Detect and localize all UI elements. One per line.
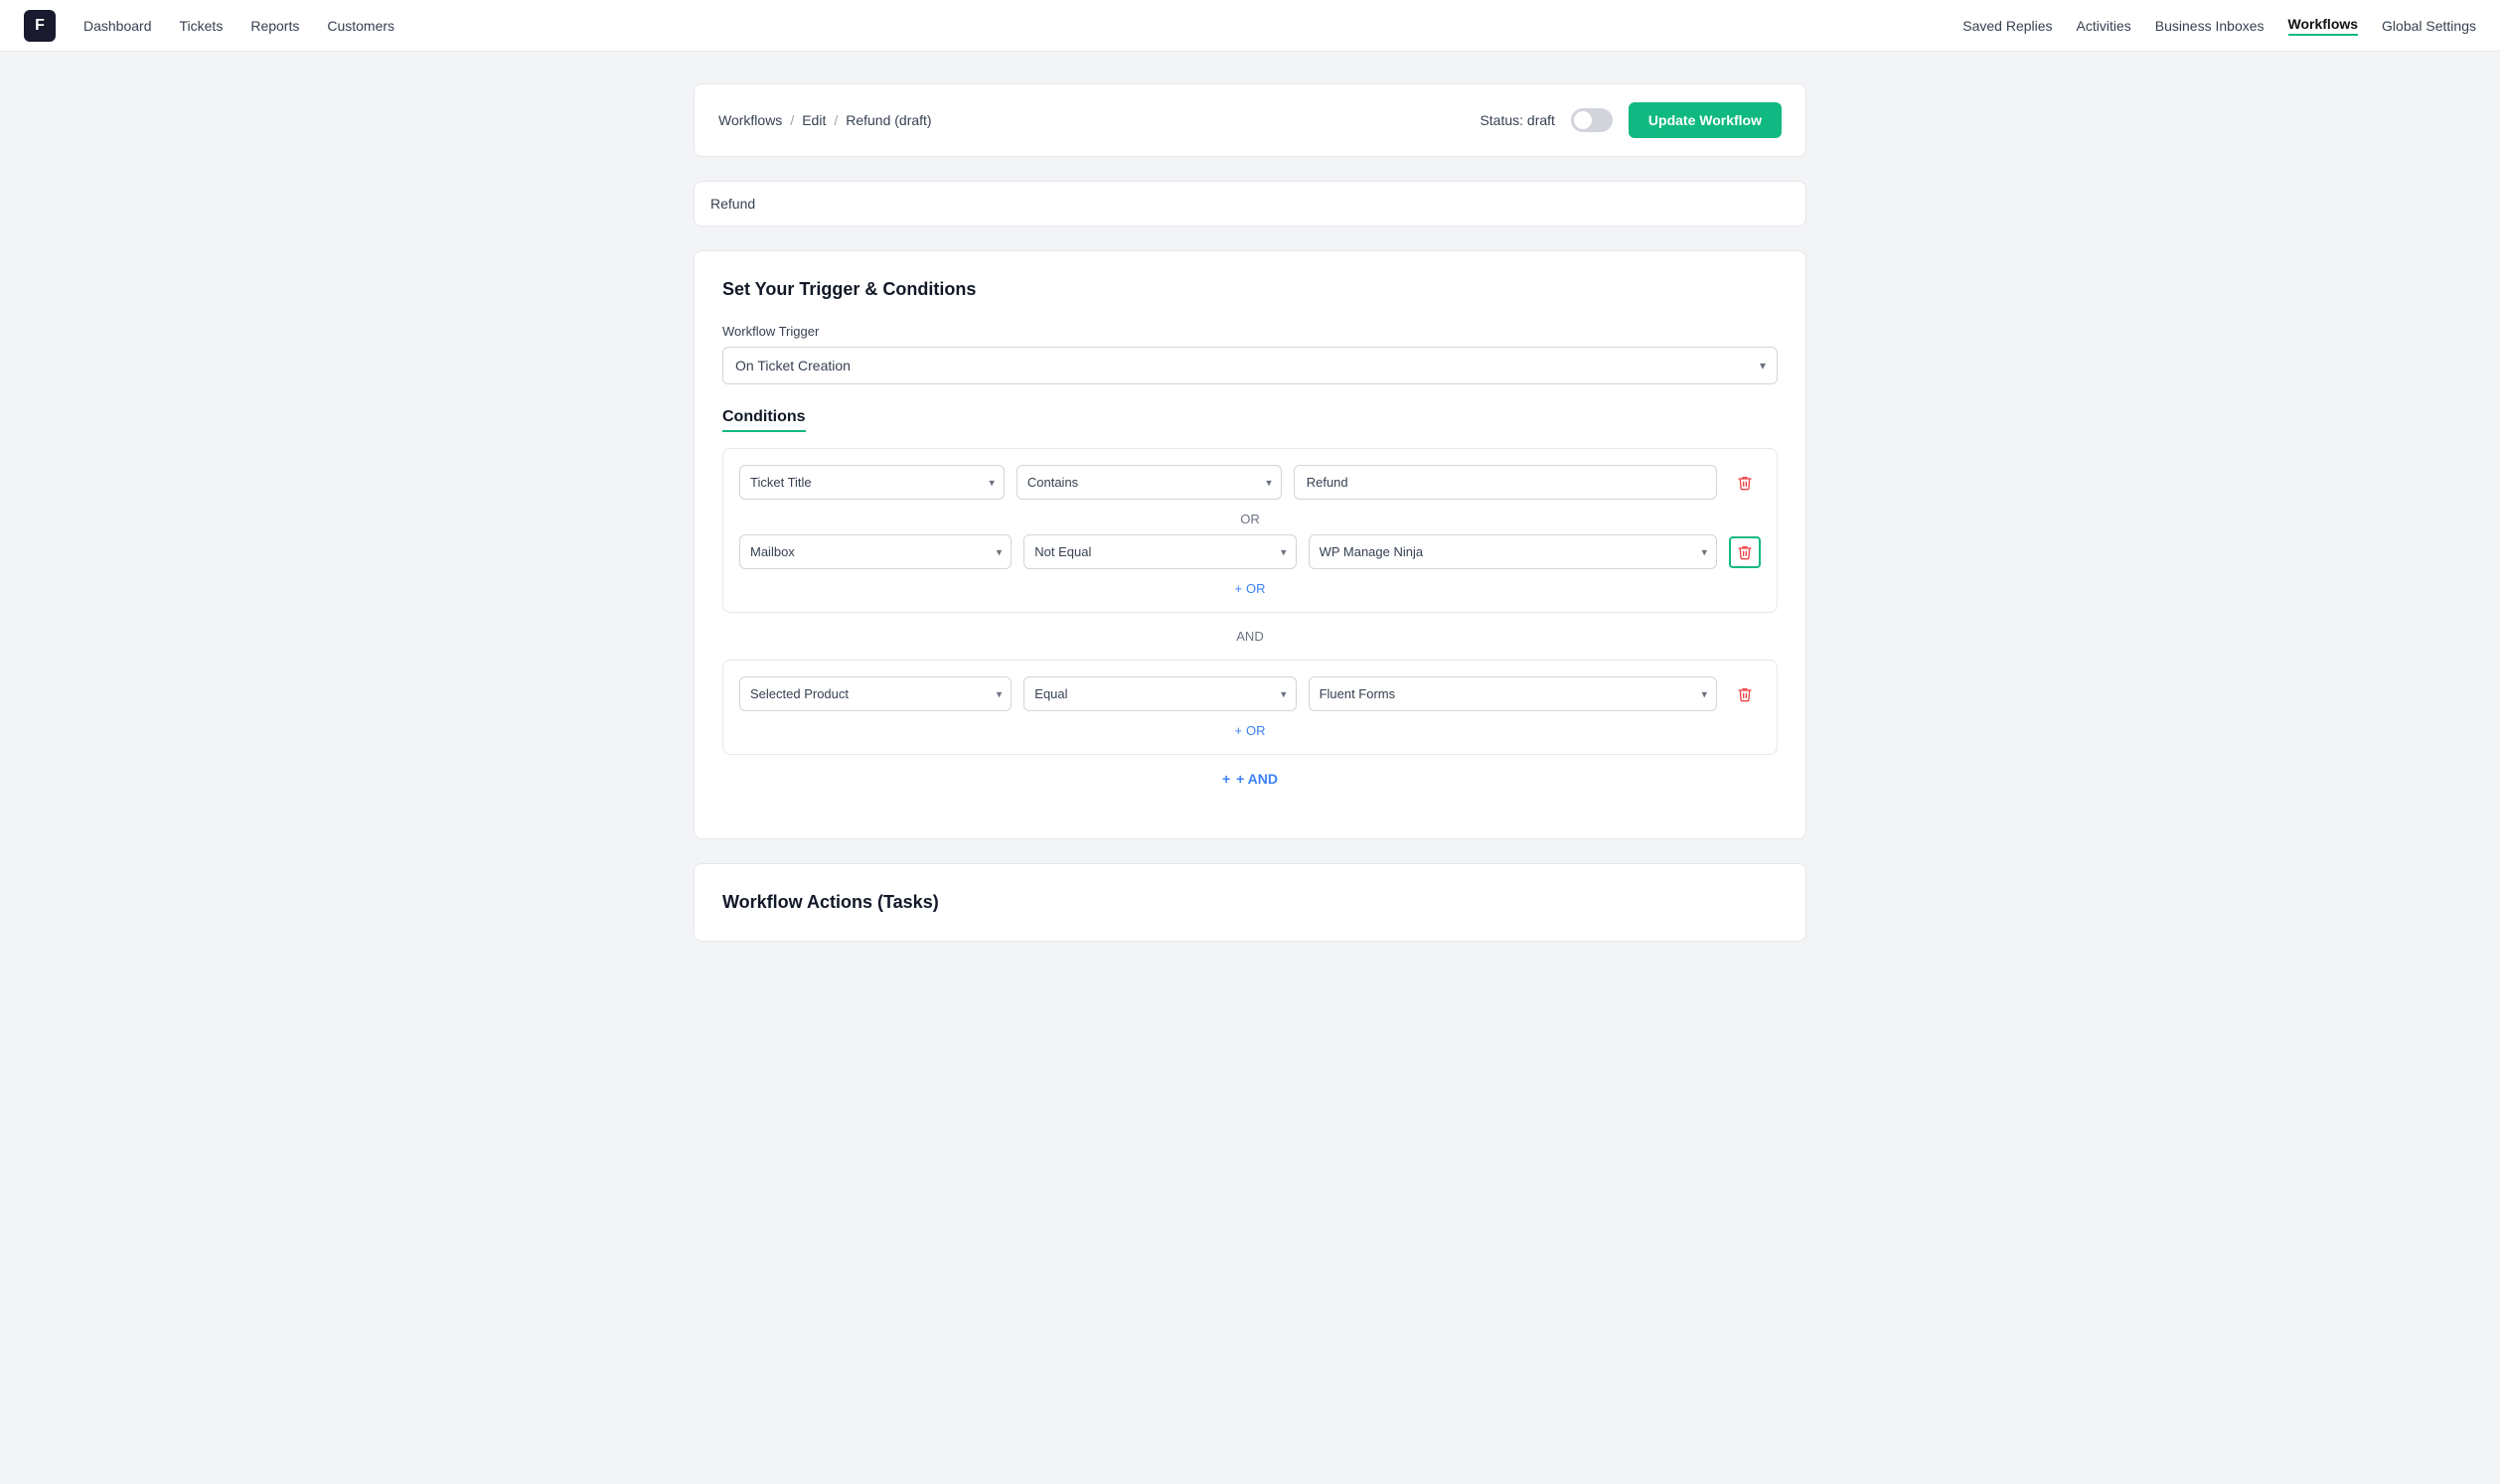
top-navigation: F Dashboard Tickets Reports Customers Sa… xyxy=(0,0,2500,52)
breadcrumb: Workflows / Edit / Refund (draft) xyxy=(718,112,932,128)
nav-dashboard[interactable]: Dashboard xyxy=(83,18,152,34)
add-or-button-1[interactable]: + OR xyxy=(739,581,1761,596)
value-select-wrapper-2: WP Manage Ninja xyxy=(1309,534,1717,569)
breadcrumb-workflows[interactable]: Workflows xyxy=(718,112,782,128)
add-or-icon-2: + xyxy=(1234,723,1242,738)
field-select-2[interactable]: Mailbox xyxy=(739,534,1012,569)
or-separator-1: OR xyxy=(739,512,1761,526)
operator-select-wrapper-2: Not Equal xyxy=(1023,534,1296,569)
condition-group-2: Selected Product Equal Fluent Forms xyxy=(722,660,1778,755)
condition-row-3: Selected Product Equal Fluent Forms xyxy=(739,676,1761,711)
breadcrumb-sep-2: / xyxy=(834,112,838,128)
workflow-actions-card: Workflow Actions (Tasks) xyxy=(694,863,1806,942)
add-or-label-1: OR xyxy=(1246,581,1266,596)
nav-global-settings[interactable]: Global Settings xyxy=(2382,18,2476,34)
delete-condition-1[interactable] xyxy=(1729,467,1761,499)
add-or-icon-1: + xyxy=(1234,581,1242,596)
add-and-icon: + xyxy=(1222,771,1230,787)
value-input-1[interactable] xyxy=(1294,465,1717,500)
nav-saved-replies[interactable]: Saved Replies xyxy=(1962,18,2052,34)
add-or-label-2: OR xyxy=(1246,723,1266,738)
add-and-label: + AND xyxy=(1236,771,1278,787)
nav-activities[interactable]: Activities xyxy=(2077,18,2131,34)
main-content: Workflows / Edit / Refund (draft) Status… xyxy=(654,52,1846,997)
field-select-3[interactable]: Selected Product xyxy=(739,676,1012,711)
breadcrumb-current: Refund (draft) xyxy=(846,112,931,128)
trigger-section-title: Set Your Trigger & Conditions xyxy=(722,279,1778,300)
nav-reports[interactable]: Reports xyxy=(250,18,299,34)
nav-links: Dashboard Tickets Reports Customers xyxy=(83,18,1935,34)
workflow-actions-title: Workflow Actions (Tasks) xyxy=(722,892,1778,913)
condition-row-1: Ticket Title Contains xyxy=(739,465,1761,500)
value-select-3[interactable]: Fluent Forms xyxy=(1309,676,1717,711)
condition-row-2: Mailbox Not Equal WP Manage Ninja xyxy=(739,534,1761,569)
nav-business-inboxes[interactable]: Business Inboxes xyxy=(2155,18,2265,34)
field-select-wrapper-3: Selected Product xyxy=(739,676,1012,711)
operator-select-2[interactable]: Not Equal xyxy=(1023,534,1296,569)
trigger-conditions-card: Set Your Trigger & Conditions Workflow T… xyxy=(694,250,1806,839)
status-toggle[interactable] xyxy=(1571,108,1613,132)
trigger-select-wrapper: On Ticket Creation xyxy=(722,347,1778,384)
status-label: Status: draft xyxy=(1480,112,1554,128)
add-or-button-2[interactable]: + OR xyxy=(739,723,1761,738)
value-select-2[interactable]: WP Manage Ninja xyxy=(1309,534,1717,569)
breadcrumb-edit[interactable]: Edit xyxy=(802,112,826,128)
delete-condition-2[interactable] xyxy=(1729,536,1761,568)
workflow-trigger-select[interactable]: On Ticket Creation xyxy=(722,347,1778,384)
nav-tickets[interactable]: Tickets xyxy=(180,18,224,34)
app-logo: F xyxy=(24,10,56,42)
breadcrumb-actions: Status: draft Update Workflow xyxy=(1480,102,1782,138)
operator-select-3[interactable]: Equal xyxy=(1023,676,1296,711)
add-and-button[interactable]: + + AND xyxy=(1222,771,1278,787)
nav-right: Saved Replies Activities Business Inboxe… xyxy=(1962,16,2476,36)
operator-select-wrapper-3: Equal xyxy=(1023,676,1296,711)
nav-customers[interactable]: Customers xyxy=(327,18,394,34)
and-separator: AND xyxy=(722,629,1778,644)
value-select-wrapper-3: Fluent Forms xyxy=(1309,676,1717,711)
nav-workflows[interactable]: Workflows xyxy=(2288,16,2359,36)
delete-condition-3[interactable] xyxy=(1729,678,1761,710)
operator-select-wrapper-1: Contains xyxy=(1016,465,1282,500)
workflow-name-input[interactable] xyxy=(694,181,1806,226)
conditions-label: Conditions xyxy=(722,408,806,432)
trigger-field-label: Workflow Trigger xyxy=(722,324,1778,339)
breadcrumb-sep-1: / xyxy=(790,112,794,128)
field-select-wrapper-1: Ticket Title xyxy=(739,465,1005,500)
field-select-1[interactable]: Ticket Title xyxy=(739,465,1005,500)
field-select-wrapper-2: Mailbox xyxy=(739,534,1012,569)
update-workflow-button[interactable]: Update Workflow xyxy=(1629,102,1782,138)
operator-select-1[interactable]: Contains xyxy=(1016,465,1282,500)
condition-group-1: Ticket Title Contains xyxy=(722,448,1778,613)
breadcrumb-bar: Workflows / Edit / Refund (draft) Status… xyxy=(694,83,1806,157)
